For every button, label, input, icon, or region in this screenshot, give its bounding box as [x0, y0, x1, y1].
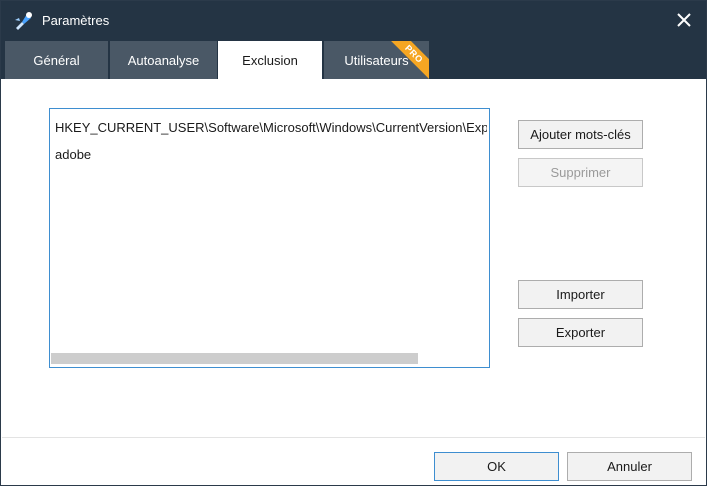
exclusion-list[interactable]: HKEY_CURRENT_USER\Software\Microsoft\Win…: [49, 108, 490, 368]
export-button[interactable]: Exporter: [518, 318, 643, 347]
window-title: Paramètres: [42, 13, 110, 28]
app-icon: [15, 12, 32, 30]
tab-exclusion[interactable]: Exclusion: [218, 41, 322, 79]
tab-label: Utilisateurs: [344, 52, 409, 68]
close-icon[interactable]: [674, 10, 694, 30]
add-keywords-button[interactable]: Ajouter mots-clés: [518, 120, 643, 149]
import-button[interactable]: Importer: [518, 280, 643, 309]
footer-divider: [2, 437, 705, 438]
scrollbar-thumb[interactable]: [51, 353, 418, 364]
tab-strip: Général Autoanalyse Exclusion Utilisateu…: [1, 41, 706, 79]
tab-autoanalyse[interactable]: Autoanalyse: [110, 41, 217, 79]
list-item[interactable]: HKEY_CURRENT_USER\Software\Microsoft\Win…: [55, 120, 487, 135]
cancel-button[interactable]: Annuler: [567, 452, 692, 481]
tab-general[interactable]: Général: [5, 41, 108, 79]
tab-utilisateurs[interactable]: Utilisateurs PRO: [324, 41, 429, 79]
tab-label: Exclusion: [242, 52, 298, 68]
settings-dialog: Paramètres Général Autoanalyse Exclusion…: [0, 0, 707, 486]
tab-label: Général: [33, 52, 80, 68]
remove-button[interactable]: Supprimer: [518, 158, 643, 187]
list-item[interactable]: adobe: [55, 147, 91, 162]
title-bar[interactable]: Paramètres: [1, 1, 706, 41]
tab-label: Autoanalyse: [127, 52, 200, 68]
ok-button[interactable]: OK: [434, 452, 559, 481]
